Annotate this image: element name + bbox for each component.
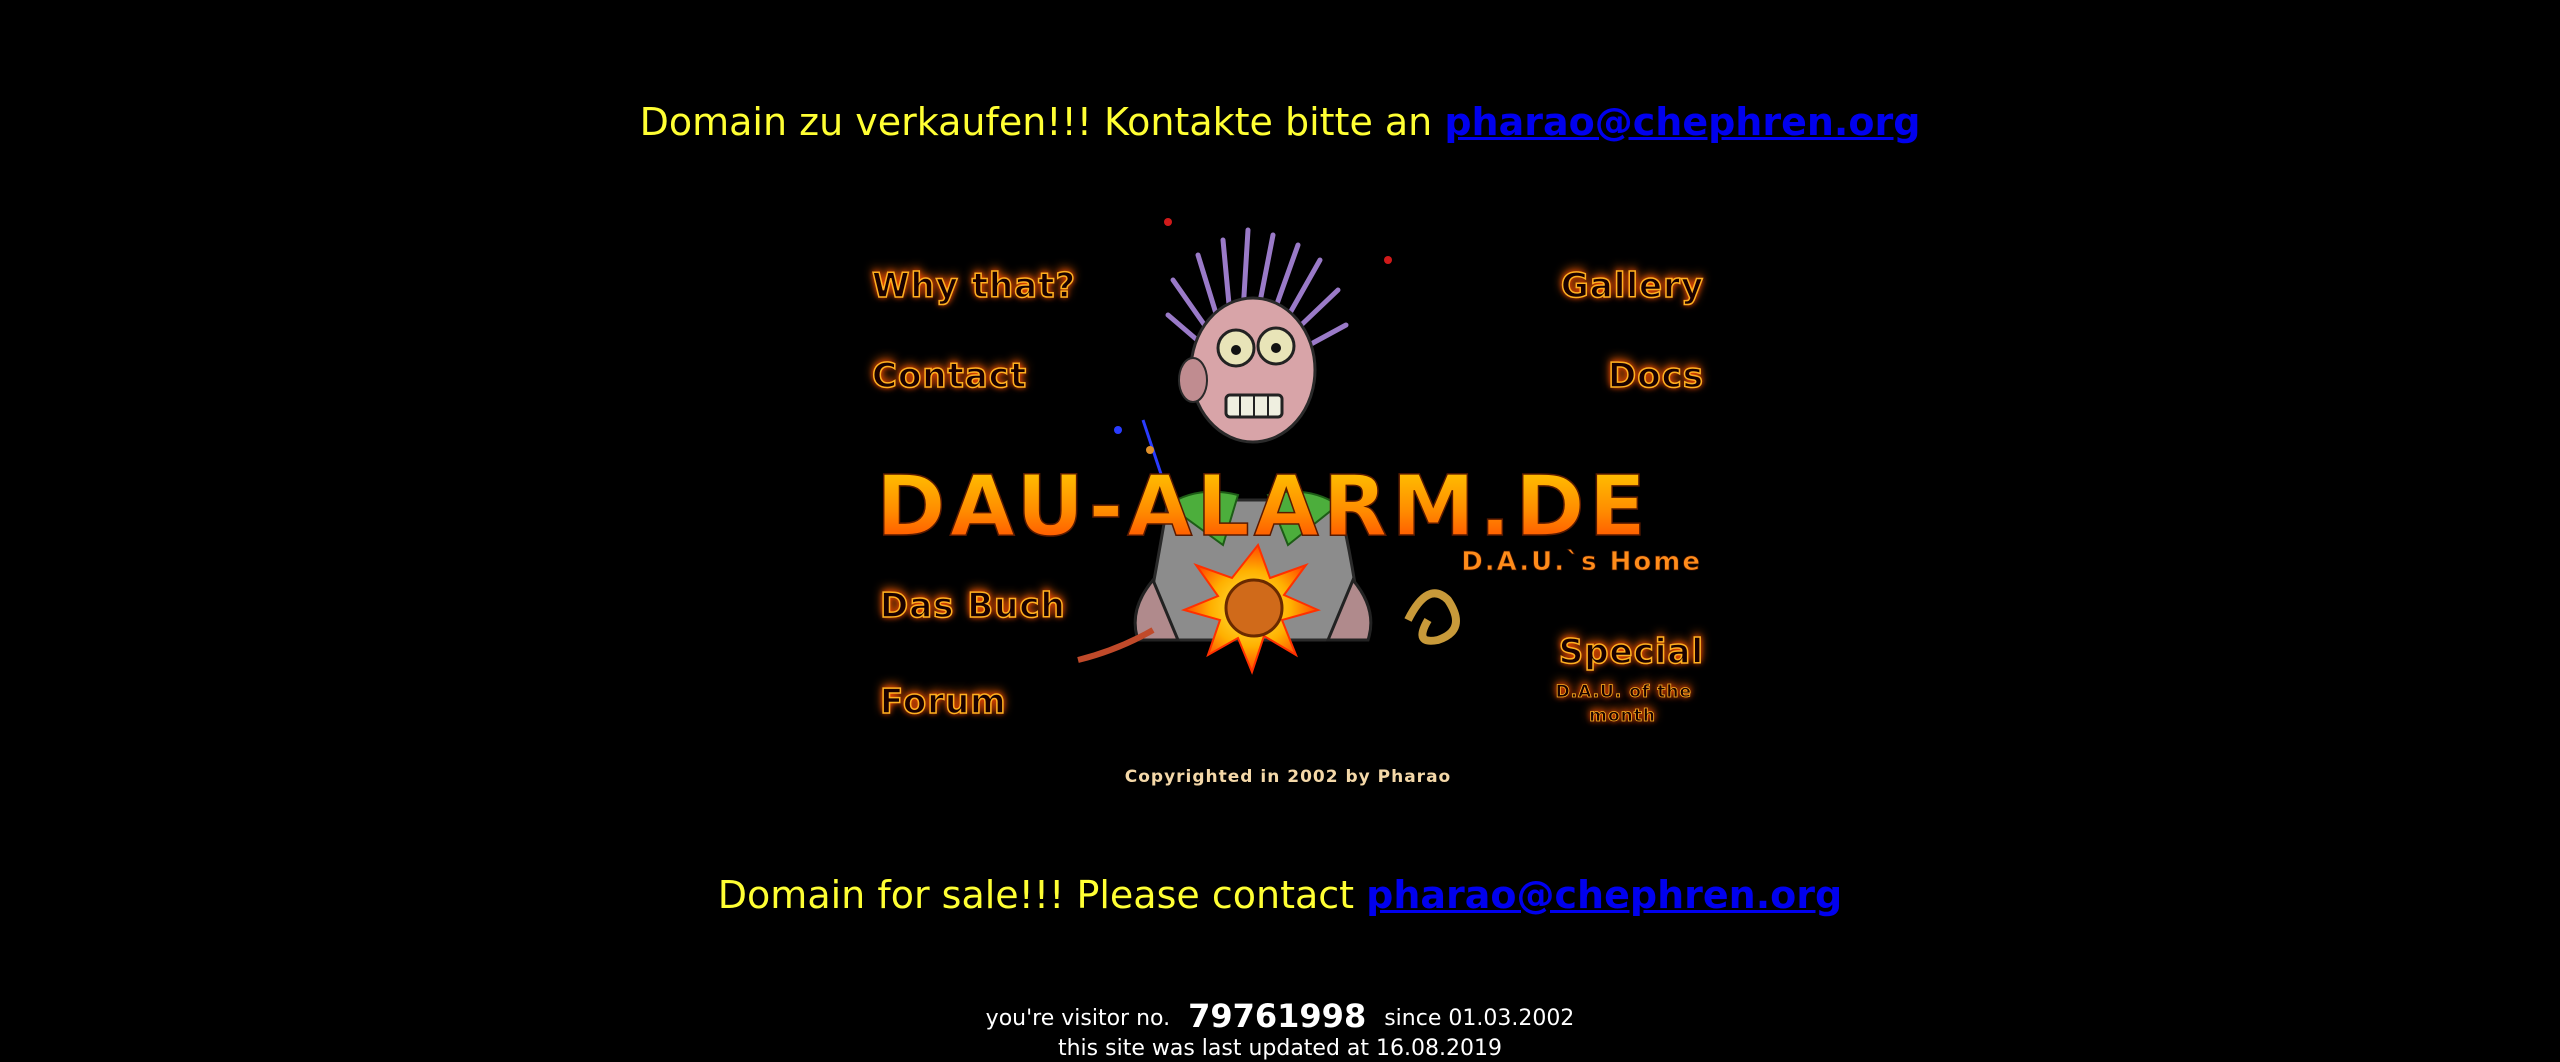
dau-alarm-splash-image: DAU-ALARM.DE D.A.U.`s Home Copyrighted i…	[868, 200, 1708, 800]
character-head	[1189, 296, 1317, 444]
nav-why-that-link[interactable]: Why that?	[871, 236, 1112, 307]
contact-email-link-german[interactable]: pharao@chephren.org	[1444, 100, 1920, 144]
nav-docs-link[interactable]: Docs	[1568, 326, 1704, 397]
nav-special-link[interactable]: Special D.A.U. of the month	[1524, 612, 1704, 732]
nav-why-that-label: Why that?	[871, 265, 1077, 307]
nav-forum-link[interactable]: Forum	[879, 650, 1050, 723]
nav-special-sub-label-2: month	[1589, 706, 1656, 727]
nav-das-buch-link[interactable]: Das Buch	[879, 554, 1110, 627]
nav-docs-label: Docs	[1607, 355, 1704, 397]
nav-das-buch-label: Das Buch	[879, 585, 1066, 627]
nav-forum-label: Forum	[879, 681, 1007, 723]
last-updated-label: this site was last updated at 16.08.2019	[1057, 1036, 1502, 1061]
brand-title: DAU-ALARM.DE	[876, 457, 1650, 555]
nav-contact-link[interactable]: Contact	[871, 326, 1072, 397]
domain-sale-notice-german: Domain zu verkaufen!!! Kontakte bitte an…	[0, 98, 2560, 146]
visitor-label: you're visitor no.	[985, 1006, 1171, 1031]
splash-copyright: Copyrighted in 2002 by Pharao	[1125, 767, 1451, 787]
domain-sale-notice-english: Domain for sale!!! Please contact pharao…	[0, 871, 2560, 919]
visitor-count: 79761998	[1188, 997, 1367, 1035]
nav-gallery-link[interactable]: Gallery	[1508, 236, 1704, 307]
nav-gallery-label: Gallery	[1560, 265, 1704, 307]
contact-email-link-english[interactable]: pharao@chephren.org	[1366, 873, 1842, 917]
nav-special-sub-label-1: D.A.U. of the	[1555, 682, 1692, 703]
nav-special-label: Special	[1558, 631, 1704, 673]
since-label: since 01.03.2002	[1384, 1006, 1575, 1031]
last-updated-line: this site was last updated at 16.08.2019	[0, 1036, 2560, 1062]
nav-contact-label: Contact	[871, 355, 1028, 397]
visitor-counter: you're visitor no. 79761998 since 01.03.20…	[0, 996, 2560, 1039]
notice-german-text: Domain zu verkaufen!!! Kontakte bitte an	[639, 100, 1445, 144]
brand-subtitle: D.A.U.`s Home	[1461, 547, 1702, 577]
notice-english-text: Domain for sale!!! Please contact	[717, 873, 1367, 917]
